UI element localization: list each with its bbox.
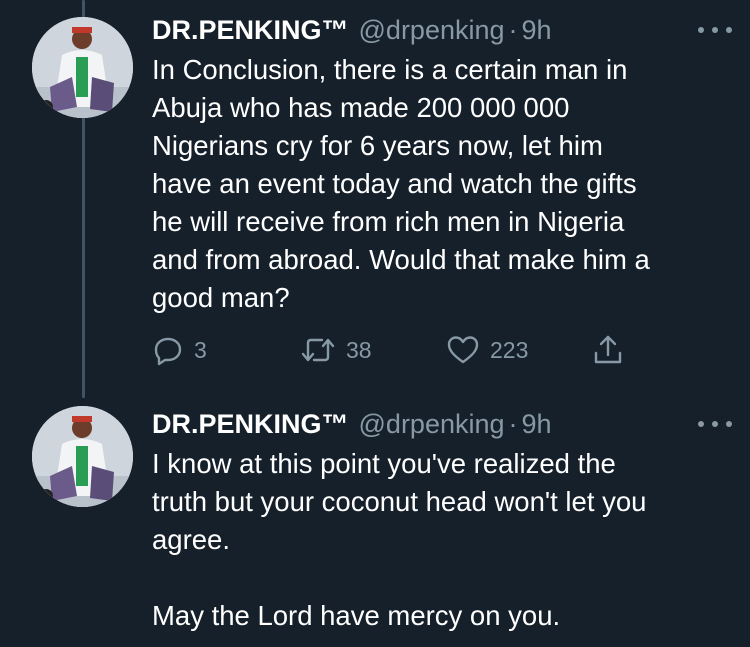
retweet-icon: [301, 338, 335, 362]
heart-icon: [447, 336, 479, 364]
reply-icon: [154, 337, 182, 366]
tweet[interactable]: DR.PENKING™ @drpenking · 9h In Conclusio…: [0, 0, 750, 400]
share-icon: [594, 335, 622, 364]
avatar[interactable]: [32, 17, 133, 118]
like-button[interactable]: 223: [446, 330, 528, 370]
author-name[interactable]: DR.PENKING™: [152, 15, 349, 46]
more-icon[interactable]: [698, 414, 732, 434]
separator-dot: ·: [508, 14, 518, 45]
tweet-text: I know at this point you've realized the…: [152, 448, 647, 631]
author-handle[interactable]: @drpenking: [359, 15, 505, 46]
tweet-header: DR.PENKING™ @drpenking · 9h: [152, 406, 552, 442]
author-handle[interactable]: @drpenking: [359, 409, 505, 440]
tweet[interactable]: DR.PENKING™ @drpenking · 9h I know at th…: [0, 398, 750, 647]
timestamp[interactable]: 9h: [522, 409, 552, 440]
separator-dot: ·: [508, 408, 518, 439]
tweet-actions: 3 38 223: [152, 330, 632, 370]
reply-count: 3: [194, 336, 207, 363]
tweet-text: In Conclusion, there is a certain man in…: [152, 54, 650, 313]
retweet-button[interactable]: 38: [300, 330, 372, 370]
avatar[interactable]: [32, 406, 133, 507]
author-name[interactable]: DR.PENKING™: [152, 409, 349, 440]
timestamp[interactable]: 9h: [522, 15, 552, 46]
tweet-header: DR.PENKING™ @drpenking · 9h: [152, 12, 552, 48]
share-button[interactable]: [592, 330, 624, 370]
more-icon[interactable]: [698, 20, 732, 40]
like-count: 223: [490, 336, 529, 363]
reply-button[interactable]: 3: [152, 330, 207, 370]
retweet-count: 38: [346, 336, 372, 363]
